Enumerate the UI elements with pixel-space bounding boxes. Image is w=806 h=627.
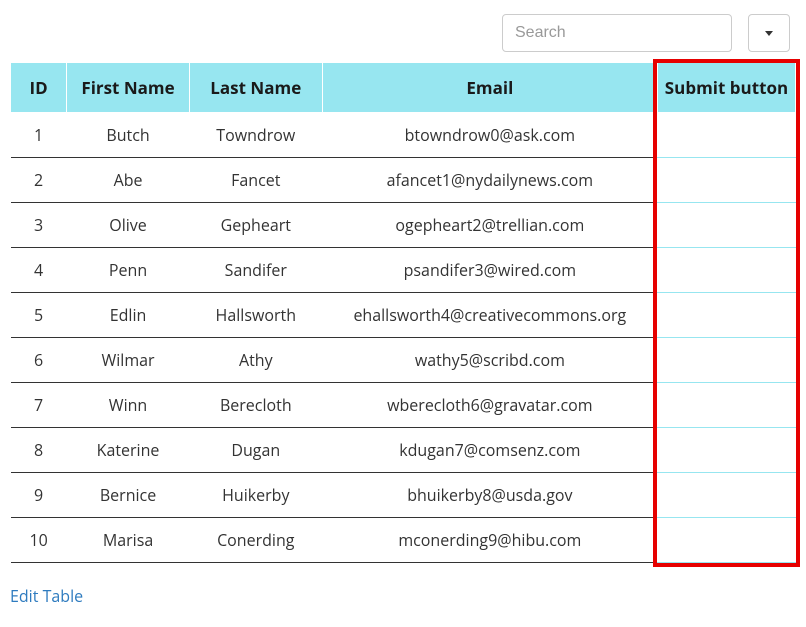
table-row: 4PennSandiferpsandifer3@wired.com <box>11 248 796 293</box>
table-row: 6WilmarAthywathy5@scribd.com <box>11 338 796 383</box>
cell-submit[interactable] <box>657 203 795 248</box>
cell-last: Conerding <box>189 518 322 563</box>
cell-submit[interactable] <box>657 383 795 428</box>
column-header-id[interactable]: ID <box>11 63 67 113</box>
cell-id: 6 <box>11 338 67 383</box>
cell-submit[interactable] <box>657 248 795 293</box>
table-row: 1ButchTowndrowbtowndrow0@ask.com <box>11 113 796 158</box>
cell-id: 8 <box>11 428 67 473</box>
cell-last: Huikerby <box>189 473 322 518</box>
table-row: 9BerniceHuikerbybhuikerby8@usda.gov <box>11 473 796 518</box>
edit-table-link[interactable]: Edit Table <box>10 585 83 607</box>
cell-submit[interactable] <box>657 158 795 203</box>
cell-first: Penn <box>67 248 190 293</box>
cell-submit[interactable] <box>657 518 795 563</box>
cell-last: Athy <box>189 338 322 383</box>
column-header-first[interactable]: First Name <box>67 63 190 113</box>
table-wrap: ID First Name Last Name Email Submit but… <box>10 62 796 563</box>
options-dropdown-button[interactable] <box>748 14 790 52</box>
cell-first: Olive <box>67 203 190 248</box>
cell-submit[interactable] <box>657 113 795 158</box>
table-row: 7WinnBereclothwberecloth6@gravatar.com <box>11 383 796 428</box>
cell-first: Winn <box>67 383 190 428</box>
top-bar <box>10 10 796 62</box>
cell-last: Towndrow <box>189 113 322 158</box>
chevron-down-icon <box>765 31 773 36</box>
cell-first: Katerine <box>67 428 190 473</box>
cell-id: 7 <box>11 383 67 428</box>
cell-last: Fancet <box>189 158 322 203</box>
cell-first: Bernice <box>67 473 190 518</box>
table-row: 10MarisaConerdingmconerding9@hibu.com <box>11 518 796 563</box>
cell-email: wberecloth6@gravatar.com <box>322 383 657 428</box>
column-header-submit[interactable]: Submit button <box>657 63 795 113</box>
cell-first: Abe <box>67 158 190 203</box>
search-input[interactable] <box>502 14 732 52</box>
cell-id: 1 <box>11 113 67 158</box>
cell-first: Wilmar <box>67 338 190 383</box>
cell-first: Edlin <box>67 293 190 338</box>
table-row: 5EdlinHallsworthehallsworth4@creativecom… <box>11 293 796 338</box>
data-table: ID First Name Last Name Email Submit but… <box>10 62 796 563</box>
cell-submit[interactable] <box>657 428 795 473</box>
cell-email: wathy5@scribd.com <box>322 338 657 383</box>
cell-email: ogepheart2@trellian.com <box>322 203 657 248</box>
cell-email: psandifer3@wired.com <box>322 248 657 293</box>
cell-last: Dugan <box>189 428 322 473</box>
cell-submit[interactable] <box>657 473 795 518</box>
cell-email: kdugan7@comsenz.com <box>322 428 657 473</box>
column-header-email[interactable]: Email <box>322 63 657 113</box>
cell-first: Butch <box>67 113 190 158</box>
table-row: 2AbeFancetafancet1@nydailynews.com <box>11 158 796 203</box>
cell-first: Marisa <box>67 518 190 563</box>
cell-id: 3 <box>11 203 67 248</box>
cell-last: Hallsworth <box>189 293 322 338</box>
table-row: 8KaterineDugankdugan7@comsenz.com <box>11 428 796 473</box>
cell-last: Gepheart <box>189 203 322 248</box>
cell-id: 2 <box>11 158 67 203</box>
table-row: 3OliveGepheartogepheart2@trellian.com <box>11 203 796 248</box>
cell-email: afancet1@nydailynews.com <box>322 158 657 203</box>
cell-submit[interactable] <box>657 293 795 338</box>
cell-email: mconerding9@hibu.com <box>322 518 657 563</box>
cell-last: Berecloth <box>189 383 322 428</box>
cell-id: 4 <box>11 248 67 293</box>
column-header-last[interactable]: Last Name <box>189 63 322 113</box>
cell-submit[interactable] <box>657 338 795 383</box>
cell-id: 5 <box>11 293 67 338</box>
cell-email: bhuikerby8@usda.gov <box>322 473 657 518</box>
table-header-row: ID First Name Last Name Email Submit but… <box>11 63 796 113</box>
cell-email: ehallsworth4@creativecommons.org <box>322 293 657 338</box>
cell-last: Sandifer <box>189 248 322 293</box>
cell-id: 9 <box>11 473 67 518</box>
cell-email: btowndrow0@ask.com <box>322 113 657 158</box>
cell-id: 10 <box>11 518 67 563</box>
